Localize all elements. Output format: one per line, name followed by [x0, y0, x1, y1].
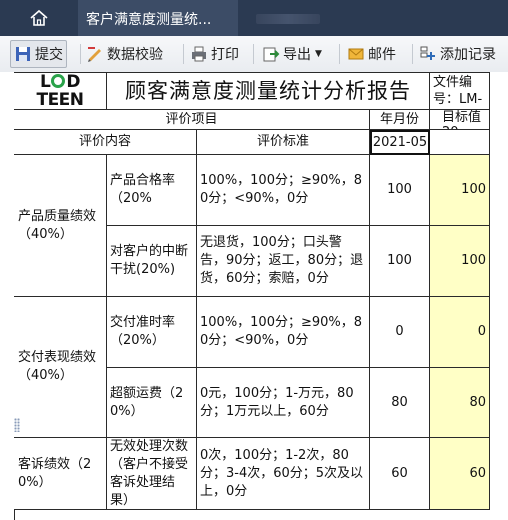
- logo-o-icon: [51, 74, 66, 88]
- value-invalid-handling[interactable]: 60: [370, 438, 430, 510]
- item-invalid-handling: 无效处理次数（客户不接受客诉处理结果）: [107, 438, 197, 510]
- target-on-time-delivery[interactable]: 0: [430, 297, 490, 368]
- print-label: 打印: [211, 47, 239, 63]
- validate-button[interactable]: 数据校验: [86, 40, 163, 68]
- save-icon: [14, 45, 32, 63]
- validate-label: 数据校验: [107, 47, 163, 63]
- export-button[interactable]: 导出 ▼: [262, 40, 322, 68]
- standard-on-time-delivery: 100%，100分；≥90%，80分；<90%，0分: [197, 297, 370, 368]
- value-customer-interruption[interactable]: 100: [370, 226, 430, 297]
- value-excess-freight[interactable]: 80: [370, 368, 430, 438]
- standard-customer-interruption: 无退货，100分；口头警告，90分；返工，80分；退货，60分；索赔，0分: [197, 226, 370, 297]
- toolbar-divider: [412, 44, 413, 64]
- standard-invalid-handling: 0次，100分；1-2次，80分；3-4次，60分；5次及以上，0分: [197, 438, 370, 510]
- target-excess-freight[interactable]: 80: [430, 368, 490, 438]
- item-excess-freight: 超额运费（20%）: [107, 368, 197, 438]
- tab-customer-satisfaction[interactable]: 客户满意度测量统...: [78, 0, 238, 36]
- add-record-button[interactable]: 添加记录: [419, 40, 496, 68]
- logo: LD TEEN: [14, 72, 107, 110]
- standard-pass-rate: 100%，100分；≥90%，80分；<90%，0分: [197, 155, 370, 226]
- value-pass-rate[interactable]: 100: [370, 155, 430, 226]
- group-delivery-performance: 交付表现绩效（40%）: [14, 297, 107, 438]
- mail-label: 邮件: [368, 47, 396, 63]
- toolbar-divider: [339, 44, 340, 64]
- eval-item-header: 评价项目: [14, 110, 370, 130]
- export-label: 导出: [283, 47, 311, 63]
- tab-title: 客户满意度测量统...: [86, 12, 212, 28]
- envelope-icon: [347, 45, 365, 63]
- group-product-quality: 产品质量绩效（40%）: [14, 155, 107, 297]
- target-blank-cell[interactable]: [430, 130, 490, 155]
- print-button[interactable]: 打印: [190, 40, 239, 68]
- toolbar-divider: [183, 44, 184, 64]
- item-pass-rate: 产品合格率（20%: [107, 155, 197, 226]
- pencil-icon: [86, 45, 104, 63]
- mail-button[interactable]: 邮件: [347, 40, 396, 68]
- resize-handle[interactable]: [14, 418, 20, 432]
- toolbar: 提交 数据校验 打印 导出 ▼ 邮件 添加记录: [0, 36, 508, 73]
- report-title: 顾客满意度测量统计分析报告: [107, 72, 430, 110]
- printer-icon: [190, 45, 208, 63]
- tab-blurred[interactable]: [256, 14, 320, 24]
- submit-label: 提交: [35, 47, 63, 63]
- export-icon: [262, 45, 280, 63]
- group-complaint-performance: 客诉绩效（20%）: [14, 438, 107, 510]
- home-icon: [30, 9, 48, 26]
- title-bar: 客户满意度测量统...: [0, 0, 508, 36]
- item-customer-interruption: 对客户的中断干扰(20%): [107, 226, 197, 297]
- month-input[interactable]: 2021-05: [370, 130, 430, 155]
- home-button[interactable]: [0, 0, 78, 36]
- target-pass-rate[interactable]: 100: [430, 155, 490, 226]
- standard-excess-freight: 0元，100分；1-万元，80分；1万元以上，60分: [197, 368, 370, 438]
- toolbar-divider: [80, 44, 81, 64]
- toolbar-divider: [253, 44, 254, 64]
- report-sheet: LD TEEN 顾客满意度测量统计分析报告 文件编号：LM- 评价项目 年月份 …: [0, 72, 508, 520]
- add-record-label: 添加记录: [440, 47, 496, 63]
- eval-standard-header: 评价标准: [197, 130, 370, 155]
- item-on-time-delivery: 交付准时率（20%）: [107, 297, 197, 368]
- eval-content-header: 评价内容: [14, 130, 197, 155]
- month-header: 年月份: [370, 110, 430, 130]
- submit-button[interactable]: 提交: [10, 40, 67, 68]
- value-on-time-delivery[interactable]: 0: [370, 297, 430, 368]
- chevron-down-icon: ▼: [315, 49, 322, 59]
- target-invalid-handling[interactable]: 60: [430, 438, 490, 510]
- target-header: 目标值 20: [430, 110, 490, 130]
- doc-number: 文件编号：LM-: [430, 72, 490, 110]
- add-row-icon: [419, 45, 437, 63]
- logo-text-part1: L: [40, 72, 51, 92]
- target-customer-interruption[interactable]: 100: [430, 226, 490, 297]
